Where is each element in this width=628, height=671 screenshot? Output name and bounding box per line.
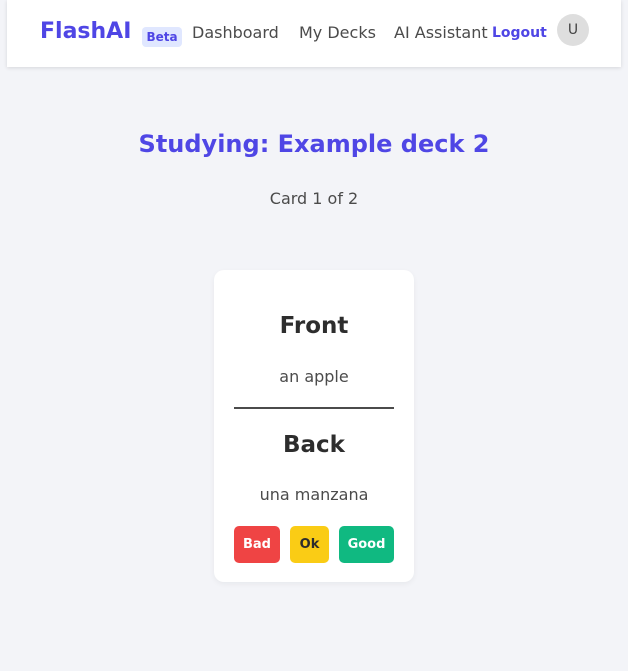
- nav-link-ai-assistant[interactable]: AI Assistant: [394, 23, 488, 42]
- rate-good-button[interactable]: Good: [339, 526, 394, 563]
- front-heading: Front: [279, 313, 349, 339]
- rate-ok-button[interactable]: Ok: [290, 526, 329, 563]
- back-heading: Back: [283, 432, 345, 458]
- page-title: Studying: Example deck 2: [138, 130, 490, 158]
- beta-badge: Beta: [142, 27, 182, 47]
- top-navbar: FlashAI Beta Dashboard My Decks AI Assis…: [7, 0, 621, 67]
- avatar[interactable]: U: [557, 14, 589, 46]
- brand-logo[interactable]: FlashAI: [40, 19, 131, 44]
- card-divider: [234, 407, 394, 409]
- nav-link-my-decks[interactable]: My Decks: [299, 23, 376, 42]
- card-progress: Card 1 of 2: [269, 189, 359, 208]
- front-text: an apple: [279, 367, 349, 386]
- rate-bad-button[interactable]: Bad: [234, 526, 280, 563]
- logout-link[interactable]: Logout: [492, 25, 547, 41]
- back-text: una manzana: [259, 485, 369, 504]
- nav-link-dashboard[interactable]: Dashboard: [192, 23, 279, 42]
- flashcard: Front an apple Back una manzana Bad Ok G…: [214, 270, 414, 582]
